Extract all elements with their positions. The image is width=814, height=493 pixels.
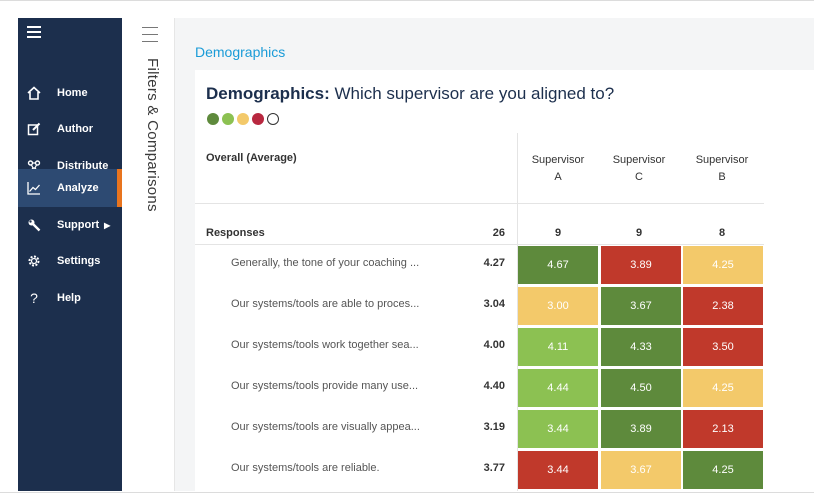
sidebar-item-label: Home bbox=[57, 87, 88, 99]
filters-panel[interactable]: Filters & Comparisons bbox=[122, 18, 175, 491]
sidebar-item-label: Settings bbox=[57, 255, 101, 267]
filters-label: Filters & Comparisons bbox=[144, 58, 161, 212]
column-header-supervisor-a[interactable]: Supervisor A bbox=[528, 152, 588, 186]
row-label[interactable]: Generally, the tone of your coaching ... bbox=[231, 257, 419, 269]
sidebar-item-home[interactable]: Home bbox=[18, 75, 122, 111]
score-cell[interactable]: 4.44 bbox=[518, 369, 598, 407]
score-cell[interactable]: 3.67 bbox=[601, 287, 681, 325]
column-header-line: Supervisor bbox=[612, 154, 666, 166]
main-content: Demographics Demographics: Which supervi… bbox=[175, 18, 814, 491]
legend-dot bbox=[267, 113, 279, 125]
sidebar-item-help[interactable]: ? Help bbox=[18, 280, 122, 316]
column-header-line: A bbox=[554, 171, 562, 183]
score-cell[interactable]: 4.25 bbox=[683, 451, 763, 489]
score-cell[interactable]: 3.67 bbox=[601, 451, 681, 489]
row-overall-value: 4.27 bbox=[483, 257, 505, 269]
responses-overall: 26 bbox=[492, 227, 505, 239]
question-icon: ? bbox=[30, 290, 38, 306]
responses-divider bbox=[195, 244, 764, 245]
chart-line-icon bbox=[25, 181, 43, 195]
question-title-text: Which supervisor are you aligned to? bbox=[329, 84, 615, 103]
caret-right-icon: ▶ bbox=[104, 220, 111, 230]
results-card: Demographics: Which supervisor are you a… bbox=[195, 70, 814, 491]
row-overall-value: 3.77 bbox=[483, 462, 505, 474]
score-cell[interactable]: 3.89 bbox=[601, 410, 681, 448]
sidebar-item-support[interactable]: Support ▶ bbox=[18, 207, 122, 243]
row-label[interactable]: Our systems/tools are reliable. bbox=[231, 462, 380, 474]
responses-supervisor-a: 9 bbox=[554, 227, 562, 239]
score-cell[interactable]: 2.38 bbox=[683, 287, 763, 325]
gear-icon bbox=[25, 254, 43, 268]
row-label[interactable]: Our systems/tools work together sea... bbox=[231, 339, 419, 351]
sidebar: Home Author Distribute Analyze Support ▶… bbox=[18, 18, 122, 491]
overall-average-label: Overall (Average) bbox=[206, 152, 297, 164]
row-label[interactable]: Our systems/tools provide many use... bbox=[231, 380, 418, 392]
row-overall-value: 3.19 bbox=[483, 421, 505, 433]
column-header-line: Supervisor bbox=[531, 154, 585, 166]
legend-dot bbox=[222, 113, 234, 125]
score-cell[interactable]: 3.50 bbox=[683, 328, 763, 366]
score-cell[interactable]: 4.11 bbox=[518, 328, 598, 366]
legend-dot bbox=[207, 113, 219, 125]
column-header-line: Supervisor bbox=[695, 154, 749, 166]
header-divider bbox=[195, 203, 764, 204]
column-header-line: C bbox=[635, 171, 643, 183]
score-cell[interactable]: 4.67 bbox=[518, 246, 598, 284]
row-overall-value: 4.40 bbox=[483, 380, 505, 392]
sidebar-item-analyze[interactable]: Analyze bbox=[18, 169, 122, 207]
sidebar-item-label: Help bbox=[57, 292, 81, 304]
score-cell[interactable]: 3.89 bbox=[601, 246, 681, 284]
responses-label: Responses bbox=[206, 227, 265, 239]
row-overall-value: 4.00 bbox=[483, 339, 505, 351]
score-cell[interactable]: 2.13 bbox=[683, 410, 763, 448]
column-header-supervisor-c[interactable]: Supervisor C bbox=[609, 152, 669, 186]
score-cell[interactable]: 3.44 bbox=[518, 410, 598, 448]
breadcrumb[interactable]: Demographics bbox=[195, 44, 285, 60]
legend-dot bbox=[252, 113, 264, 125]
home-icon bbox=[25, 86, 43, 100]
filters-menu-icon[interactable] bbox=[142, 27, 158, 48]
score-cell[interactable]: 4.33 bbox=[601, 328, 681, 366]
question-title: Demographics: Which supervisor are you a… bbox=[206, 84, 614, 104]
row-label[interactable]: Our systems/tools are able to proces... bbox=[231, 298, 419, 310]
color-legend bbox=[207, 113, 279, 125]
score-cell[interactable]: 4.50 bbox=[601, 369, 681, 407]
sidebar-item-label: Analyze bbox=[57, 182, 99, 194]
menu-toggle-icon[interactable] bbox=[27, 26, 41, 40]
sidebar-item-author[interactable]: Author bbox=[18, 111, 122, 147]
responses-supervisor-c: 9 bbox=[635, 227, 643, 239]
responses-supervisor-b: 8 bbox=[718, 227, 726, 239]
score-cell[interactable]: 3.00 bbox=[518, 287, 598, 325]
app-frame: Home Author Distribute Analyze Support ▶… bbox=[0, 0, 814, 493]
question-title-bold: Demographics: bbox=[206, 84, 330, 103]
sidebar-item-settings[interactable]: Settings bbox=[18, 243, 122, 279]
wrench-icon bbox=[25, 218, 43, 232]
column-header-line: B bbox=[718, 171, 726, 183]
row-label[interactable]: Our systems/tools are visually appea... bbox=[231, 421, 420, 433]
sidebar-item-label: Author bbox=[57, 123, 94, 135]
score-cell[interactable]: 3.44 bbox=[518, 451, 598, 489]
legend-dot bbox=[237, 113, 249, 125]
sidebar-item-label: Support bbox=[57, 219, 100, 231]
score-cell[interactable]: 4.25 bbox=[683, 369, 763, 407]
score-cell[interactable]: 4.25 bbox=[683, 246, 763, 284]
column-header-supervisor-b[interactable]: Supervisor B bbox=[692, 152, 752, 186]
edit-icon bbox=[25, 122, 43, 136]
row-overall-value: 3.04 bbox=[483, 298, 505, 310]
